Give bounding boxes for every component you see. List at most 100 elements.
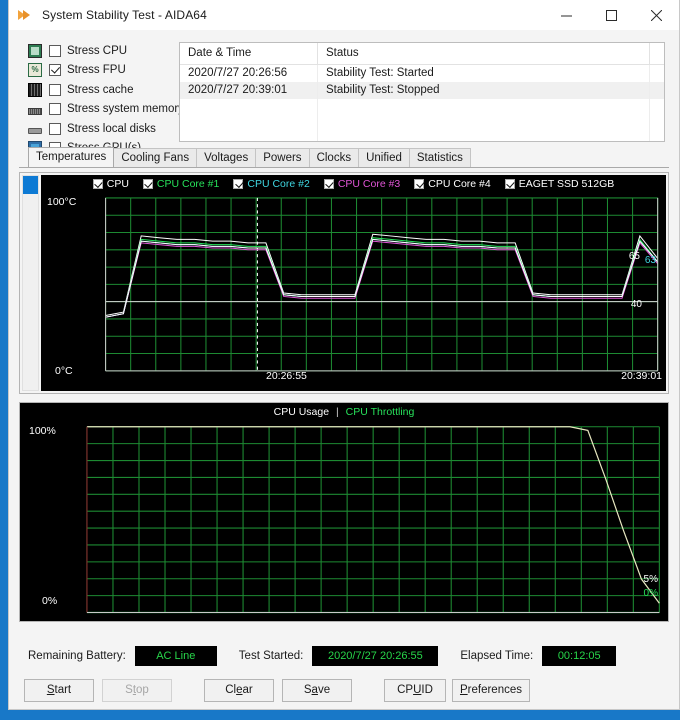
temperature-right-label-core: 63 <box>644 255 656 266</box>
memory-stick-icon <box>28 107 42 115</box>
stress-memory-label: Stress system memory <box>67 103 184 115</box>
cpuid-button[interactable]: CPUID <box>384 678 446 702</box>
status-log-header: Date & Time Status <box>180 43 664 65</box>
stress-option-cpu[interactable]: Stress CPU <box>28 42 159 59</box>
top-section: Stress CPU % Stress FPU Stress cache Str… <box>19 30 669 155</box>
usage-plot-svg <box>86 403 660 622</box>
usage-title-secondary: CPU Throttling <box>345 406 415 418</box>
window-controls <box>544 0 679 30</box>
stress-cache-checkbox[interactable] <box>49 83 61 96</box>
scrollbar-thumb[interactable] <box>23 176 38 194</box>
table-empty-row <box>180 116 664 133</box>
row-spacer <box>650 65 664 82</box>
stress-cache-label: Stress cache <box>67 83 134 96</box>
row-spacer <box>650 82 664 99</box>
stress-memory-checkbox[interactable] <box>49 103 61 115</box>
usage-title-primary: CPU Usage <box>273 406 330 418</box>
hard-disk-icon <box>28 128 42 134</box>
test-started-label: Test Started: <box>238 650 304 662</box>
tab-temperatures[interactable]: Temperatures <box>28 147 115 167</box>
battery-label: Remaining Battery: <box>28 650 126 662</box>
row-datetime: 2020/7/27 20:39:01 <box>180 82 318 99</box>
legend-item-core2[interactable]: CPU Core #2 <box>233 178 310 190</box>
test-started-value: 2020/7/27 20:26:55 <box>312 646 439 666</box>
column-header-status[interactable]: Status <box>318 43 650 65</box>
temperature-plot-svg <box>105 197 659 372</box>
cpu-chip-icon <box>28 43 42 58</box>
stop-button[interactable]: Stop <box>102 678 172 702</box>
legend-label: CPU Core #1 <box>156 178 220 190</box>
temperature-y-axis-bottom: 0°C <box>55 365 73 377</box>
stress-option-fpu[interactable]: % Stress FPU <box>28 62 159 79</box>
usage-chart-panel[interactable]: CPU Usage | CPU Throttling 100% 0% 5% 0% <box>19 402 669 622</box>
usage-y-axis-top: 100% <box>29 425 56 437</box>
stress-option-disks[interactable]: Stress local disks <box>28 120 159 137</box>
aida64-flame-icon <box>18 7 34 23</box>
stress-cpu-checkbox[interactable] <box>49 44 61 57</box>
temperature-chart-panel: CPU CPU Core #1 CPU Core #2 CPU Core #3 … <box>19 172 669 394</box>
legend-checkbox[interactable] <box>233 179 244 189</box>
battery-value: AC Line <box>134 646 217 666</box>
window-title: System Stability Test - AIDA64 <box>42 8 207 22</box>
screen: System Stability Test - AIDA64 Stress CP… <box>0 0 680 720</box>
charts-area: CPU CPU Core #1 CPU Core #2 CPU Core #3 … <box>19 168 669 639</box>
usage-right-label-usage: 5% <box>643 574 658 585</box>
title-bar: System Stability Test - AIDA64 <box>9 0 679 30</box>
legend-item-cpu[interactable]: CPU <box>92 178 129 190</box>
start-button[interactable]: Start <box>24 678 94 702</box>
stress-disks-checkbox[interactable] <box>49 122 61 135</box>
stress-cpu-label: Stress CPU <box>67 44 128 57</box>
column-header-datetime[interactable]: Date & Time <box>180 43 318 65</box>
table-row[interactable]: 2020/7/27 20:26:56 Stability Test: Start… <box>180 65 664 82</box>
legend-checkbox[interactable] <box>414 179 425 189</box>
legend-item-ssd[interactable]: EAGET SSD 512GB <box>504 178 615 190</box>
usage-y-axis-bottom: 0% <box>42 595 58 607</box>
tab-clocks[interactable]: Clocks <box>308 148 360 167</box>
legend-item-core1[interactable]: CPU Core #1 <box>142 178 220 190</box>
legend-label: EAGET SSD 512GB <box>518 178 615 190</box>
row-status: Stability Test: Stopped <box>318 82 650 99</box>
button-bar: Start Stop Clear Save CPUID Preferences <box>19 673 669 709</box>
temperature-x-axis-right: 20:39:01 <box>621 370 662 382</box>
maximize-icon[interactable] <box>589 0 634 30</box>
table-empty-row <box>180 99 664 116</box>
temperature-chart-scrollbar[interactable] <box>22 175 39 391</box>
legend-item-core3[interactable]: CPU Core #3 <box>323 178 400 190</box>
tab-unified[interactable]: Unified <box>358 148 410 167</box>
clear-button[interactable]: Clear <box>204 678 274 702</box>
stress-fpu-checkbox[interactable] <box>49 64 61 76</box>
temperature-y-axis-top: 100°C <box>47 196 77 208</box>
elapsed-time-label: Elapsed Time: <box>460 650 534 662</box>
legend-item-core4[interactable]: CPU Core #4 <box>414 178 491 190</box>
tab-voltages[interactable]: Voltages <box>196 148 257 167</box>
tab-strip: Temperatures Cooling Fans Voltages Power… <box>19 147 669 168</box>
temperature-right-label-ssd: 40 <box>630 299 642 310</box>
cache-icon <box>28 82 42 97</box>
save-button[interactable]: Save <box>282 678 352 702</box>
stress-option-cache[interactable]: Stress cache <box>28 81 159 98</box>
table-empty-row <box>180 133 664 141</box>
status-log-table[interactable]: Date & Time Status 2020/7/27 20:26:56 St… <box>179 42 665 142</box>
temperature-right-label-cpu: 65 <box>628 251 640 262</box>
row-datetime: 2020/7/27 20:26:56 <box>180 65 318 82</box>
legend-label: CPU Core #4 <box>428 178 491 190</box>
legend-checkbox[interactable] <box>504 179 515 189</box>
tab-powers[interactable]: Powers <box>255 148 310 167</box>
status-strip: Remaining Battery: AC Line Test Started:… <box>19 639 669 673</box>
desktop-background-left <box>0 0 8 720</box>
tab-cooling-fans[interactable]: Cooling Fans <box>113 148 198 167</box>
table-row[interactable]: 2020/7/27 20:39:01 Stability Test: Stopp… <box>180 82 664 99</box>
row-status: Stability Test: Started <box>318 65 650 82</box>
legend-checkbox[interactable] <box>142 179 153 189</box>
status-log-rows: 2020/7/27 20:26:56 Stability Test: Start… <box>180 65 664 141</box>
legend-checkbox[interactable] <box>323 179 334 189</box>
stress-disks-label: Stress local disks <box>67 122 156 135</box>
tab-statistics[interactable]: Statistics <box>408 148 471 167</box>
close-icon[interactable] <box>634 0 679 30</box>
minimize-icon[interactable] <box>544 0 589 30</box>
temperature-graph[interactable]: CPU CPU Core #1 CPU Core #2 CPU Core #3 … <box>41 175 666 391</box>
stress-option-memory[interactable]: Stress system memory <box>28 101 184 118</box>
preferences-button[interactable]: Preferences <box>452 678 530 702</box>
usage-title-separator: | <box>336 406 339 418</box>
legend-checkbox[interactable] <box>92 179 103 189</box>
